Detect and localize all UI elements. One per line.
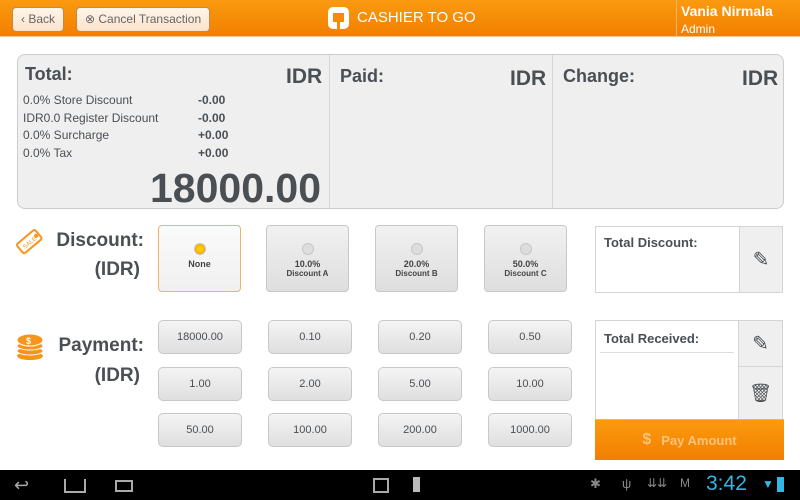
payment-amount-button[interactable]: 10.00 <box>488 367 572 401</box>
paid-label: Paid: <box>340 66 385 86</box>
total-currency: IDR <box>286 65 323 88</box>
payment-amount-button[interactable]: 1000.00 <box>488 413 572 447</box>
payment-unit: (IDR) <box>94 365 140 386</box>
payment-amount-button[interactable]: 100.00 <box>268 413 352 447</box>
discount-unit: (IDR) <box>94 259 140 280</box>
app-title: CASHIER TO GO <box>357 9 476 26</box>
pay-amount-button[interactable]: $ Pay Amount <box>595 419 784 460</box>
edit-icon: ✎ <box>752 333 769 355</box>
total-label: Total: <box>25 64 73 84</box>
user-name: Vania Nirmala <box>681 3 773 19</box>
change-currency: IDR <box>742 67 779 90</box>
payment-amount-button[interactable]: 0.50 <box>488 320 572 354</box>
edit-discount-button[interactable]: ✎ <box>739 226 783 293</box>
logo-icon <box>328 7 349 30</box>
change-label: Change: <box>563 66 635 86</box>
close-circle-icon: ⊗ <box>85 12 99 26</box>
money-bag-icon: $ <box>642 431 652 448</box>
radio-icon <box>410 243 423 255</box>
user-role: Admin <box>681 22 716 36</box>
register-discount-line: IDR0.0 Register Discount -0.00 <box>23 111 226 125</box>
total-received-field: Total Received: <box>595 320 739 420</box>
battery-icon <box>777 477 784 492</box>
back-nav-icon[interactable]: ↩ <box>14 475 29 496</box>
radio-selected-icon <box>193 243 206 255</box>
edit-icon: ✎ <box>752 249 770 271</box>
system-nav-bar: ↩ ✱ ψ ⇊⇊ M 3:42 ▼ <box>0 470 800 500</box>
payment-amount-button[interactable]: 2.00 <box>268 367 352 401</box>
discount-option-b[interactable]: 20.0% Discount B <box>375 225 458 292</box>
wifi-icon: ▼ <box>762 477 774 491</box>
payment-amount-button[interactable]: 5.00 <box>378 367 462 401</box>
payment-amount-button[interactable]: 0.10 <box>268 320 352 354</box>
app-header: ‹ Back ⊗ Cancel Transaction CASHIER TO G… <box>0 0 800 37</box>
discount-option-c[interactable]: 50.0% Discount C <box>484 225 567 292</box>
clock: 3:42 <box>706 472 747 495</box>
discount-option-a[interactable]: 10.0% Discount A <box>266 225 349 292</box>
total-amount: 18000.00 <box>149 165 321 211</box>
usb-icon: ψ <box>622 476 632 491</box>
surcharge-line: 0.0% Surcharge +0.00 <box>23 128 229 142</box>
transaction-summary: Total: IDR 0.0% Store Discount -0.00 IDR0… <box>17 54 784 211</box>
payment-amount-button[interactable]: 200.00 <box>378 413 462 447</box>
payment-label: Payment: <box>58 335 144 356</box>
discount-option-none[interactable]: None <box>158 225 241 292</box>
tax-line: 0.0% Tax +0.00 <box>23 146 229 160</box>
clear-received-button[interactable]: 🗑 <box>738 366 783 420</box>
trash-icon: 🗑 <box>749 382 772 403</box>
payment-amount-button[interactable]: 18000.00 <box>158 320 242 354</box>
divider <box>676 0 677 37</box>
radio-icon <box>519 243 532 255</box>
back-button[interactable]: ‹ Back <box>12 7 65 32</box>
download-icon: ⇊⇊ <box>647 476 668 490</box>
payment-amount-button[interactable]: 0.20 <box>378 320 462 354</box>
recent-apps-icon[interactable] <box>115 480 133 492</box>
payment-amount-button[interactable]: 1.00 <box>158 367 242 401</box>
store-discount-line: 0.0% Store Discount -0.00 <box>23 93 226 107</box>
cancel-transaction-button[interactable]: ⊗ Cancel Transaction <box>76 7 211 32</box>
divider <box>552 55 553 208</box>
device-icon <box>413 477 420 492</box>
payment-amount-button[interactable]: 50.00 <box>158 413 242 447</box>
screenshot-icon[interactable] <box>373 478 389 493</box>
debug-icon: ✱ <box>590 476 601 491</box>
edit-received-button[interactable]: ✎ <box>738 320 783 367</box>
total-discount-field: Total Discount: <box>595 226 740 293</box>
home-icon[interactable] <box>64 479 86 493</box>
gmail-icon: M <box>680 476 690 490</box>
paid-currency: IDR <box>510 67 547 90</box>
radio-icon <box>301 243 314 255</box>
discount-label: Discount: <box>56 230 144 251</box>
divider <box>329 55 330 208</box>
